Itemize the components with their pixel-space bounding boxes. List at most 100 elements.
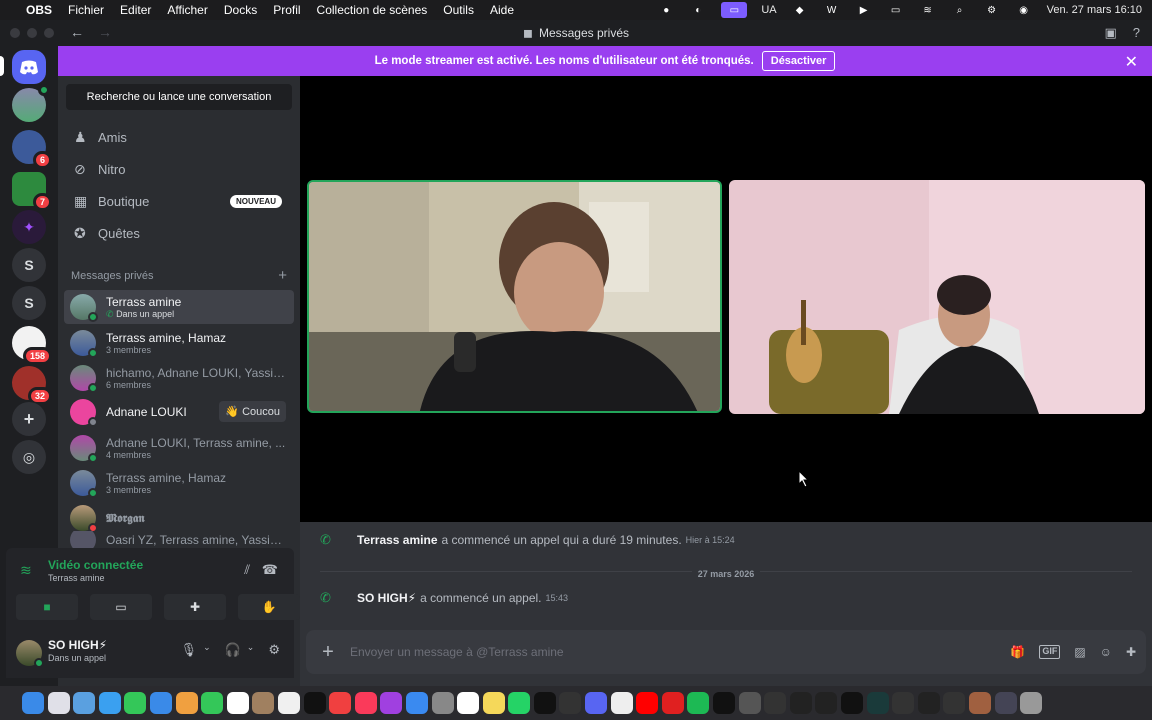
settings-icon[interactable] <box>431 692 454 714</box>
notes-icon[interactable] <box>482 692 505 714</box>
vpn-icon[interactable] <box>892 692 915 714</box>
spotify-icon[interactable] <box>687 692 710 714</box>
server-icon-6[interactable]: S <box>12 286 46 320</box>
dm-item[interactable]: Adnane LOUKI, Terrass amine, ... 4 membre… <box>64 431 294 465</box>
podcasts-icon[interactable] <box>380 692 403 714</box>
dm-item[interactable]: Terrass amine, Hamaz 3 membres <box>64 466 294 500</box>
server-icon-7[interactable]: 158 <box>12 326 52 365</box>
server-icon-1[interactable] <box>12 84 50 122</box>
capcut-alt-icon[interactable] <box>841 692 863 714</box>
server-icon-8[interactable]: 32 <box>12 366 52 405</box>
inbox-icon[interactable]: ▣ <box>1104 25 1116 41</box>
tv-icon[interactable] <box>303 692 326 714</box>
dm-item[interactable]: Terrass amine, Hamaz 3 membres <box>64 326 294 360</box>
emoji-icon[interactable]: ☺ <box>1100 645 1112 659</box>
soundboard-button[interactable]: ✋ <box>238 594 300 620</box>
menu-aide[interactable]: Aide <box>490 3 514 17</box>
screen-share-icon[interactable]: ▭ <box>721 2 748 18</box>
dm-item[interactable]: Adnane LOUKI 👋 Coucou <box>64 395 294 429</box>
obs-status-icon[interactable]: ◐ <box>689 4 707 17</box>
dm-item[interactable]: Oasri YZ, Terrass amine, Yassine... <box>64 531 294 549</box>
chevron-down-icon[interactable]: ⌄ <box>247 642 255 658</box>
message-composer[interactable]: + Envoyer un message à @Terrass amine 🎁 … <box>306 630 1146 674</box>
trash-icon[interactable] <box>1020 692 1043 714</box>
nav-nitro[interactable]: ⊘ Nitro <box>66 154 292 184</box>
waves-icon[interactable] <box>815 692 838 714</box>
menu-profil[interactable]: Profil <box>273 3 300 17</box>
chrome-icon[interactable] <box>610 692 633 714</box>
notes-brown-icon[interactable] <box>252 692 275 714</box>
battery-icon[interactable]: ▭ <box>887 4 905 17</box>
discord-dock-icon[interactable] <box>585 692 608 714</box>
close-icon[interactable]: ✕ <box>1125 52 1138 72</box>
explore-icon[interactable]: ◎ <box>12 440 46 474</box>
utility-icon[interactable] <box>764 692 787 714</box>
clock[interactable]: Ven. 27 mars 16:10 <box>1047 4 1142 16</box>
app-icon[interactable] <box>789 692 812 714</box>
nav-quests[interactable]: ✪ Quêtes <box>66 218 292 248</box>
disconnect-icon[interactable]: ☎ <box>262 562 278 578</box>
headphones-icon[interactable]: 🎧 <box>225 642 241 658</box>
help-icon[interactable]: ? <box>1133 25 1140 41</box>
disable-streamer-button[interactable]: Désactiver <box>761 51 836 71</box>
signal-icon[interactable]: ≋ <box>20 562 32 579</box>
terminal-icon[interactable] <box>917 692 940 714</box>
davinci-icon[interactable] <box>738 692 761 714</box>
create-dm-icon[interactable]: + <box>278 268 287 283</box>
attach-plus-icon[interactable]: + <box>306 641 350 664</box>
search-input[interactable]: Recherche ou lance une conversation <box>66 84 292 110</box>
apps-icon[interactable]: ✚ <box>1126 645 1136 659</box>
safari-icon[interactable] <box>98 692 121 714</box>
screen-share-button[interactable]: ▭ <box>90 594 152 620</box>
server-icon-5[interactable]: S <box>12 248 46 282</box>
dm-item[interactable]: 𝕸𝖔𝖗𝖌𝖆𝖓 <box>64 501 294 535</box>
discord-home-icon[interactable] <box>12 50 46 84</box>
microphone-icon[interactable]: 🎙 <box>181 642 198 658</box>
noise-suppression-icon[interactable]: ⫽ <box>244 562 250 578</box>
we-icon[interactable]: W <box>823 4 841 17</box>
menu-editer[interactable]: Editer <box>120 3 151 17</box>
gift-icon[interactable]: 🎁 <box>1010 645 1025 659</box>
voice-channel[interactable]: Terrass amine <box>48 573 105 583</box>
nav-friends[interactable]: ♟ Amis <box>66 122 292 152</box>
messages-icon[interactable] <box>124 692 147 714</box>
server-icon-3[interactable]: 7 <box>12 172 52 211</box>
chevron-down-icon[interactable]: ⌄ <box>203 642 211 658</box>
gif-icon[interactable]: GIF <box>1039 645 1061 659</box>
menu-afficher[interactable]: Afficher <box>167 3 207 17</box>
dm-item[interactable]: hichamo, Adnane LOUKI, Yassin... 6 membre… <box>64 361 294 395</box>
capcut-icon[interactable] <box>713 692 736 714</box>
record-dot-icon[interactable]: ● <box>657 4 675 17</box>
server-icon-2[interactable]: 6 <box>12 130 52 169</box>
photo-thumb-icon[interactable] <box>968 692 991 714</box>
avatar[interactable] <box>16 640 44 668</box>
app-store-icon[interactable] <box>405 692 428 714</box>
tiktok-icon[interactable] <box>533 692 556 714</box>
video-tile[interactable] <box>729 180 1145 414</box>
music-icon[interactable] <box>354 692 377 714</box>
menu-outils[interactable]: Outils <box>443 3 474 17</box>
control-center-icon[interactable]: ⚙ <box>983 4 1001 17</box>
video-tile-speaking[interactable] <box>307 180 722 413</box>
youtube-icon[interactable] <box>636 692 659 714</box>
activities-button[interactable]: ✚ <box>164 594 226 620</box>
spotlight-icon[interactable]: ⌕ <box>951 4 969 17</box>
finder-icon[interactable] <box>22 692 44 714</box>
camera-button[interactable]: ■ <box>16 594 78 620</box>
play-icon[interactable]: ▶ <box>855 4 873 17</box>
photos-icon[interactable] <box>73 692 96 714</box>
we-app-icon[interactable] <box>457 692 480 714</box>
launchpad-icon[interactable] <box>47 692 70 714</box>
add-server-icon[interactable]: + <box>12 402 46 436</box>
ua-icon[interactable] <box>943 692 966 714</box>
tunnel-icon[interactable]: ◆ <box>791 4 809 17</box>
server-icon-4[interactable]: ✦ <box>12 210 46 244</box>
mail-icon[interactable] <box>149 692 172 714</box>
settings-gear-icon[interactable]: ⚙ <box>268 642 280 658</box>
menu-docks[interactable]: Docks <box>224 3 257 17</box>
app-menu[interactable]: OBS <box>26 3 52 17</box>
stack-icon[interactable] <box>994 692 1017 714</box>
nav-shop[interactable]: ▦ Boutique NOUVEAU <box>66 186 292 216</box>
news-icon[interactable] <box>329 692 352 714</box>
keyboard-layout[interactable]: UA <box>761 4 776 16</box>
